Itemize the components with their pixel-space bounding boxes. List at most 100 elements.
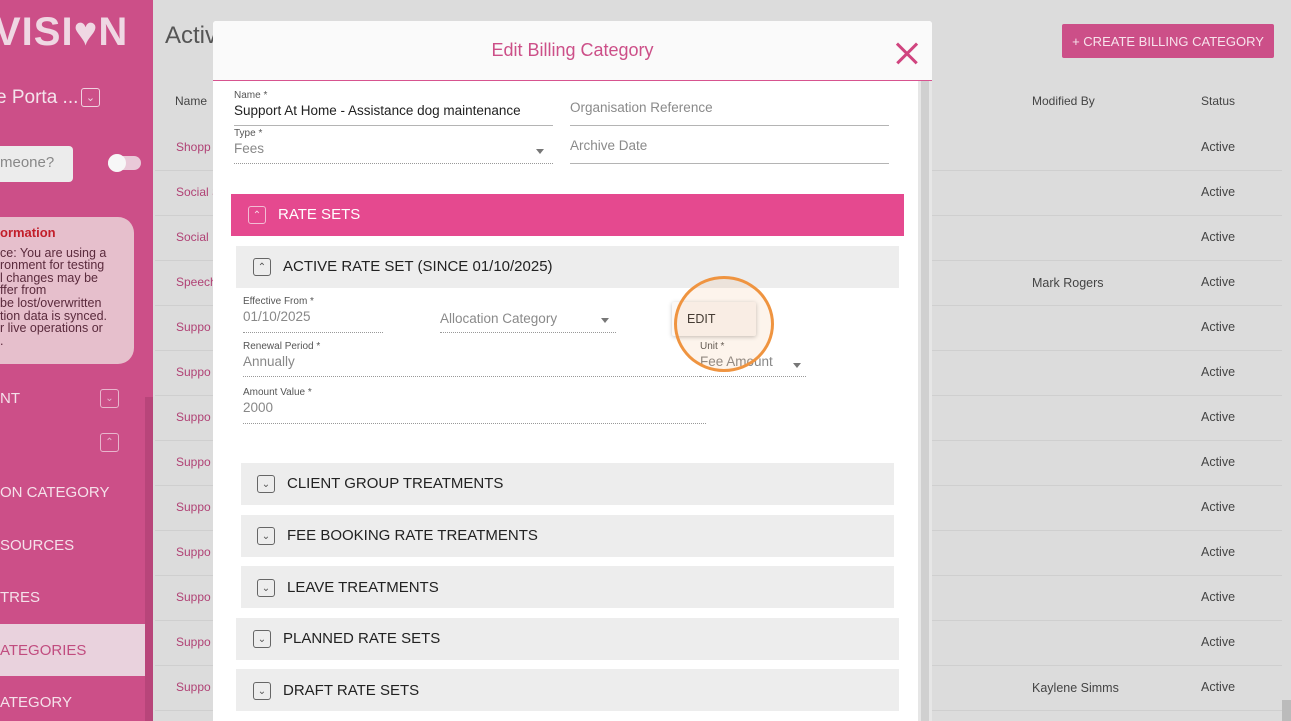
archive-date-placeholder[interactable]: Archive Date [570,138,889,153]
row-name[interactable]: Suppo [176,635,211,649]
chevron-down-icon[interactable]: ⌄ [253,682,271,700]
dropdown-arrow-icon[interactable] [601,318,609,323]
row-status: Active [1201,680,1236,694]
column-header-name[interactable]: Name [175,94,207,108]
sidebar-item-label: ATEGORY [0,693,72,711]
edit-billing-category-dialog: Edit Billing Category Name * Support At … [213,21,932,721]
chevron-up-icon[interactable]: ⌃ [248,206,266,224]
row-modified-by: Mark Rogers [1032,276,1104,290]
row-status: Active [1201,275,1236,289]
name-label: Name * [234,90,268,101]
archive-date-field[interactable]: Archive Date [570,138,889,164]
renewal-period-field[interactable]: Renewal Period * Annually [243,341,706,377]
chevron-down-icon[interactable]: ⌄ [257,579,275,597]
sidebar-item-group[interactable]: ⌃ [0,417,145,469]
type-value[interactable]: Fees [234,141,553,156]
row-name[interactable]: Suppo [176,590,211,604]
chevron-down-icon[interactable]: ⌄ [257,527,275,545]
draft-rate-sets-header[interactable]: ⌄ DRAFT RATE SETS [236,669,899,711]
amount-value-field[interactable]: Amount Value * 2000 [243,387,706,424]
info-line: . [0,333,4,348]
name-field[interactable]: Name * Support At Home - Assistance dog … [234,90,553,126]
name-value[interactable]: Support At Home - Assistance dog mainten… [234,103,553,118]
planned-rate-sets-header[interactable]: ⌄ PLANNED RATE SETS [236,618,899,660]
row-name[interactable]: Social [176,230,209,244]
row-name[interactable]: Shopp [176,140,211,154]
effective-from-label: Effective From * [243,296,314,307]
leave-treatments-header[interactable]: ⌄ LEAVE TREATMENTS [241,566,894,608]
effective-from-field[interactable]: Effective From * 01/10/2025 [243,296,383,333]
allocation-category-select[interactable]: Allocation Category [440,311,616,333]
client-group-treatments-header[interactable]: ⌄ CLIENT GROUP TREATMENTS [241,463,894,505]
dropdown-arrow-icon[interactable] [536,149,544,154]
row-status: Active [1201,230,1236,244]
row-status: Active [1201,140,1236,154]
type-label: Type * [234,128,263,139]
row-name[interactable]: Suppo [176,680,211,694]
row-name[interactable]: Speech [176,275,217,289]
sidebar-item-category[interactable]: ATEGORY [0,676,145,721]
search-input[interactable]: meone? [0,146,73,182]
active-rate-set-header[interactable]: ⌃ ACTIVE RATE SET (SINCE 01/10/2025) [236,246,899,288]
info-line: be lost/overwritten [0,295,102,310]
info-title: ormation [0,225,56,240]
draft-rate-sets-label: DRAFT RATE SETS [283,682,420,699]
chevron-down-icon[interactable]: ⌄ [100,389,119,408]
sidebar-item-label: ON CATEGORY [0,483,110,501]
organisation-reference-field[interactable]: Organisation Reference [570,100,889,126]
row-name[interactable]: Suppo [176,320,211,334]
chevron-up-icon[interactable]: ⌃ [100,433,119,452]
row-modified-by: Kaylene Simms [1032,681,1119,695]
sidebar-scrollbar[interactable] [145,397,153,721]
leave-treatments-label: LEAVE TREATMENTS [287,579,439,596]
type-select[interactable]: Type * Fees [234,128,553,164]
row-name[interactable]: Suppo [176,545,211,559]
dropdown-arrow-icon[interactable] [793,363,801,368]
organisation-reference-placeholder[interactable]: Organisation Reference [570,100,889,115]
portal-name[interactable]: e Porta ... [0,87,78,109]
page-scrollbar[interactable] [1282,700,1291,721]
info-notice: ormation ce: You are using a ronment for… [0,217,134,364]
sidebar-item-allocation-category[interactable]: ON CATEGORY [0,466,145,518]
chevron-down-icon[interactable]: ⌄ [253,630,271,648]
toggle-switch[interactable] [108,154,141,172]
dialog-title: Edit Billing Category [491,40,654,60]
row-name[interactable]: Suppo [176,500,211,514]
app-logo: VISI♥N [0,10,129,54]
sidebar-item-sources[interactable]: SOURCES [0,519,145,571]
sidebar-item-label: ATEGORIES [0,641,87,659]
dialog-scrollbar-thumb[interactable] [921,81,929,721]
unit-select[interactable]: Unit * Fee Amount [700,341,806,377]
edit-rate-set-button[interactable]: EDIT [672,302,756,336]
rate-sets-header[interactable]: ⌃ RATE SETS [231,194,904,236]
row-name[interactable]: Suppo [176,410,211,424]
column-header-modified-by[interactable]: Modified By [1032,94,1095,108]
rate-sets-label: RATE SETS [278,206,361,223]
renewal-period-value[interactable]: Annually [243,354,706,369]
close-icon[interactable] [896,42,918,64]
row-status: Active [1201,545,1236,559]
sidebar-item-label: SOURCES [0,536,75,554]
sidebar-item-billing-categories[interactable]: ATEGORIES [0,624,145,676]
column-header-status[interactable]: Status [1201,94,1235,108]
chevron-down-icon[interactable]: ⌄ [257,475,275,493]
sidebar-item-centres[interactable]: TRES [0,571,145,623]
row-status: Active [1201,635,1236,649]
info-line: r live operations or [0,321,103,336]
row-status: Active [1201,410,1236,424]
create-billing-category-button[interactable]: + CREATE BILLING CATEGORY [1062,24,1274,58]
chevron-down-icon[interactable]: ⌄ [81,88,100,107]
unit-label: Unit * [700,341,725,352]
row-name[interactable]: Suppo [176,455,211,469]
sidebar-item-label: NT [0,389,20,407]
renewal-period-label: Renewal Period * [243,341,321,352]
amount-value[interactable]: 2000 [243,400,706,415]
allocation-category-placeholder[interactable]: Allocation Category [440,311,616,326]
effective-from-value[interactable]: 01/10/2025 [243,309,383,324]
fee-booking-rate-treatments-header[interactable]: ⌄ FEE BOOKING RATE TREATMENTS [241,515,894,557]
row-name[interactable]: Suppo [176,365,211,379]
chevron-up-icon[interactable]: ⌃ [253,258,271,276]
row-status: Active [1201,365,1236,379]
sidebar: VISI♥N e Porta ... ⌄ meone? ormation ce:… [0,0,153,721]
unit-value[interactable]: Fee Amount [700,354,806,369]
